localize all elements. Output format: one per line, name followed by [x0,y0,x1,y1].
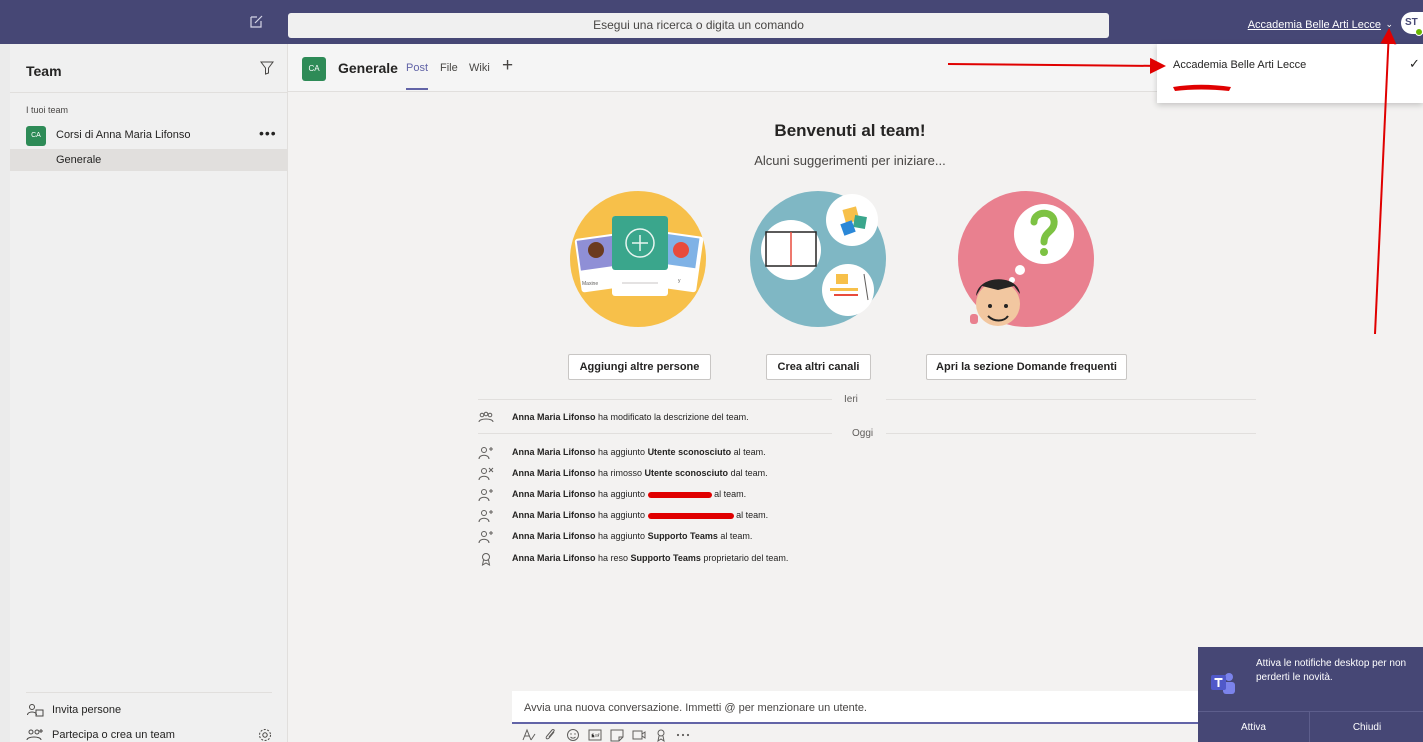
invite-people-icon [26,703,44,717]
meet-now-icon[interactable] [632,728,646,742]
create-channels-illustration [750,191,886,327]
activity-text-end: al team. [731,447,766,457]
activity-text: ha aggiunto [595,531,648,541]
divider-oggi-left [478,433,832,434]
teams-sidebar: Team I tuoi team CA Corsi di Anna Maria … [10,44,288,742]
divider-ieri-right [886,399,1256,400]
add-person-icon [478,446,494,460]
faq-illustration [958,191,1094,327]
add-people-button[interactable]: Aggiungi altre persone [568,354,711,380]
remove-person-icon [478,467,494,481]
tab-post[interactable]: Post [406,62,428,74]
tab-file[interactable]: File [440,62,458,74]
presence-available-icon [1415,28,1423,36]
activity-target: Utente sconosciuto [644,468,729,478]
activity-actor: Anna Maria Lifonso [512,510,596,520]
activity-text: ha modificato la descrizione del team. [595,412,749,422]
activity-text: ha rimosso [595,468,645,478]
channel-title: Generale [338,60,398,76]
activity-text-end: al team. [711,489,747,499]
sidebar-divider [10,92,288,93]
activity-actor: Anna Maria Lifonso [512,489,596,499]
day-label-oggi: Oggi [852,428,874,439]
toast-message: Attiva le notifiche desktop per non perd… [1256,658,1407,683]
filter-icon[interactable] [260,61,274,75]
activity-actor: Anna Maria Lifonso [512,531,596,541]
activity-text: ha aggiunto [595,489,648,499]
gif-icon[interactable] [588,728,602,742]
divider-ieri-left [478,399,832,400]
activity-text: ha reso [595,553,631,563]
add-person-icon [478,509,494,523]
create-channels-button[interactable]: Crea altri canali [766,354,871,380]
sticker-icon[interactable] [610,728,624,742]
search-input[interactable]: Esegui una ricerca o digita un comando [288,13,1109,38]
owner-badge-icon [478,552,494,566]
activity-target: Supporto Teams [630,553,701,563]
activity-text: ha aggiunto [595,447,648,457]
redaction-mark [647,491,712,498]
day-label-ieri: Ieri [844,394,858,405]
toast-close-button[interactable]: Chiudi [1311,712,1423,742]
join-team-icon [26,728,44,742]
activity-text-end: proprietario del team. [700,553,789,563]
add-person-icon [478,530,494,544]
praise-icon[interactable] [654,728,668,742]
join-create-team-label: Partecipa o crea un team [52,728,175,741]
activity-actor: Anna Maria Lifonso [512,447,596,457]
activity-text: ha aggiunto [595,510,648,520]
new-chat-icon[interactable] [248,14,264,30]
desktop-notification-toast: Attiva le notifiche desktop per non perd… [1198,647,1423,742]
open-faq-button[interactable]: Apri la sezione Domande frequenti [926,354,1127,380]
redaction-mark [1173,84,1231,91]
add-tab-button[interactable]: + [502,55,513,77]
activity-actor: Anna Maria Lifonso [512,553,596,563]
active-tab-indicator [406,88,428,90]
invite-people-label: Invita persone [52,703,122,716]
activity-text-end: al team. [717,531,753,541]
toast-actions: Attiva Chiudi [1198,711,1423,742]
activity-actor: Anna Maria Lifonso [512,468,596,478]
join-create-team-button[interactable]: Partecipa o crea un team [26,728,175,742]
app-rail [0,44,10,742]
org-option[interactable]: Accademia Belle Arti Lecce [1173,59,1306,71]
more-options-icon[interactable] [676,728,690,742]
new-conversation-input[interactable]: Avvia una nuova conversazione. Immetti @… [512,691,1198,724]
org-switcher-dropdown: Accademia Belle Arti Lecce ✓ [1157,44,1423,103]
activity-target: Supporto Teams [647,531,718,541]
welcome-title: Benvenuti al team! [774,121,926,140]
toast-activate-button[interactable]: Attiva [1198,712,1310,742]
sidebar-title: Team [26,63,62,79]
checkmark-icon: ✓ [1409,56,1420,71]
your-teams-label: I tuoi team [26,105,69,115]
divider-oggi-right [886,433,1256,434]
sidebar-bottom-divider [26,692,272,693]
add-person-icon [478,488,494,502]
gear-icon[interactable] [258,728,272,742]
teams-logo-icon [1210,670,1235,694]
org-switcher-link[interactable]: Accademia Belle Arti Lecce [1248,19,1381,31]
add-people-illustration: Maxine y [570,191,706,327]
chevron-down-icon[interactable]: ⌄ [1385,19,1393,30]
tab-wiki[interactable]: Wiki [469,62,490,74]
welcome-subtitle: Alcuni suggerimenti per iniziare... [754,153,946,168]
activity-target: Utente sconosciuto [647,447,732,457]
activity-text-end: al team. [733,510,769,520]
compose-placeholder: Avvia una nuova conversazione. Immetti @… [524,702,867,714]
team-edit-icon [478,411,494,425]
format-icon[interactable] [522,728,536,742]
activity-actor: Anna Maria Lifonso [512,412,596,422]
card-name-maxine: Maxine [582,281,598,287]
emoji-icon[interactable] [566,728,580,742]
channel-team-avatar: CA [302,57,326,81]
redaction-mark [647,512,734,519]
invite-people-button[interactable]: Invita persone [26,703,121,717]
top-bar: Esegui una ricerca o digita un comando A… [0,0,1423,44]
attach-icon[interactable] [544,728,558,742]
activity-text-end: dal team. [728,468,768,478]
